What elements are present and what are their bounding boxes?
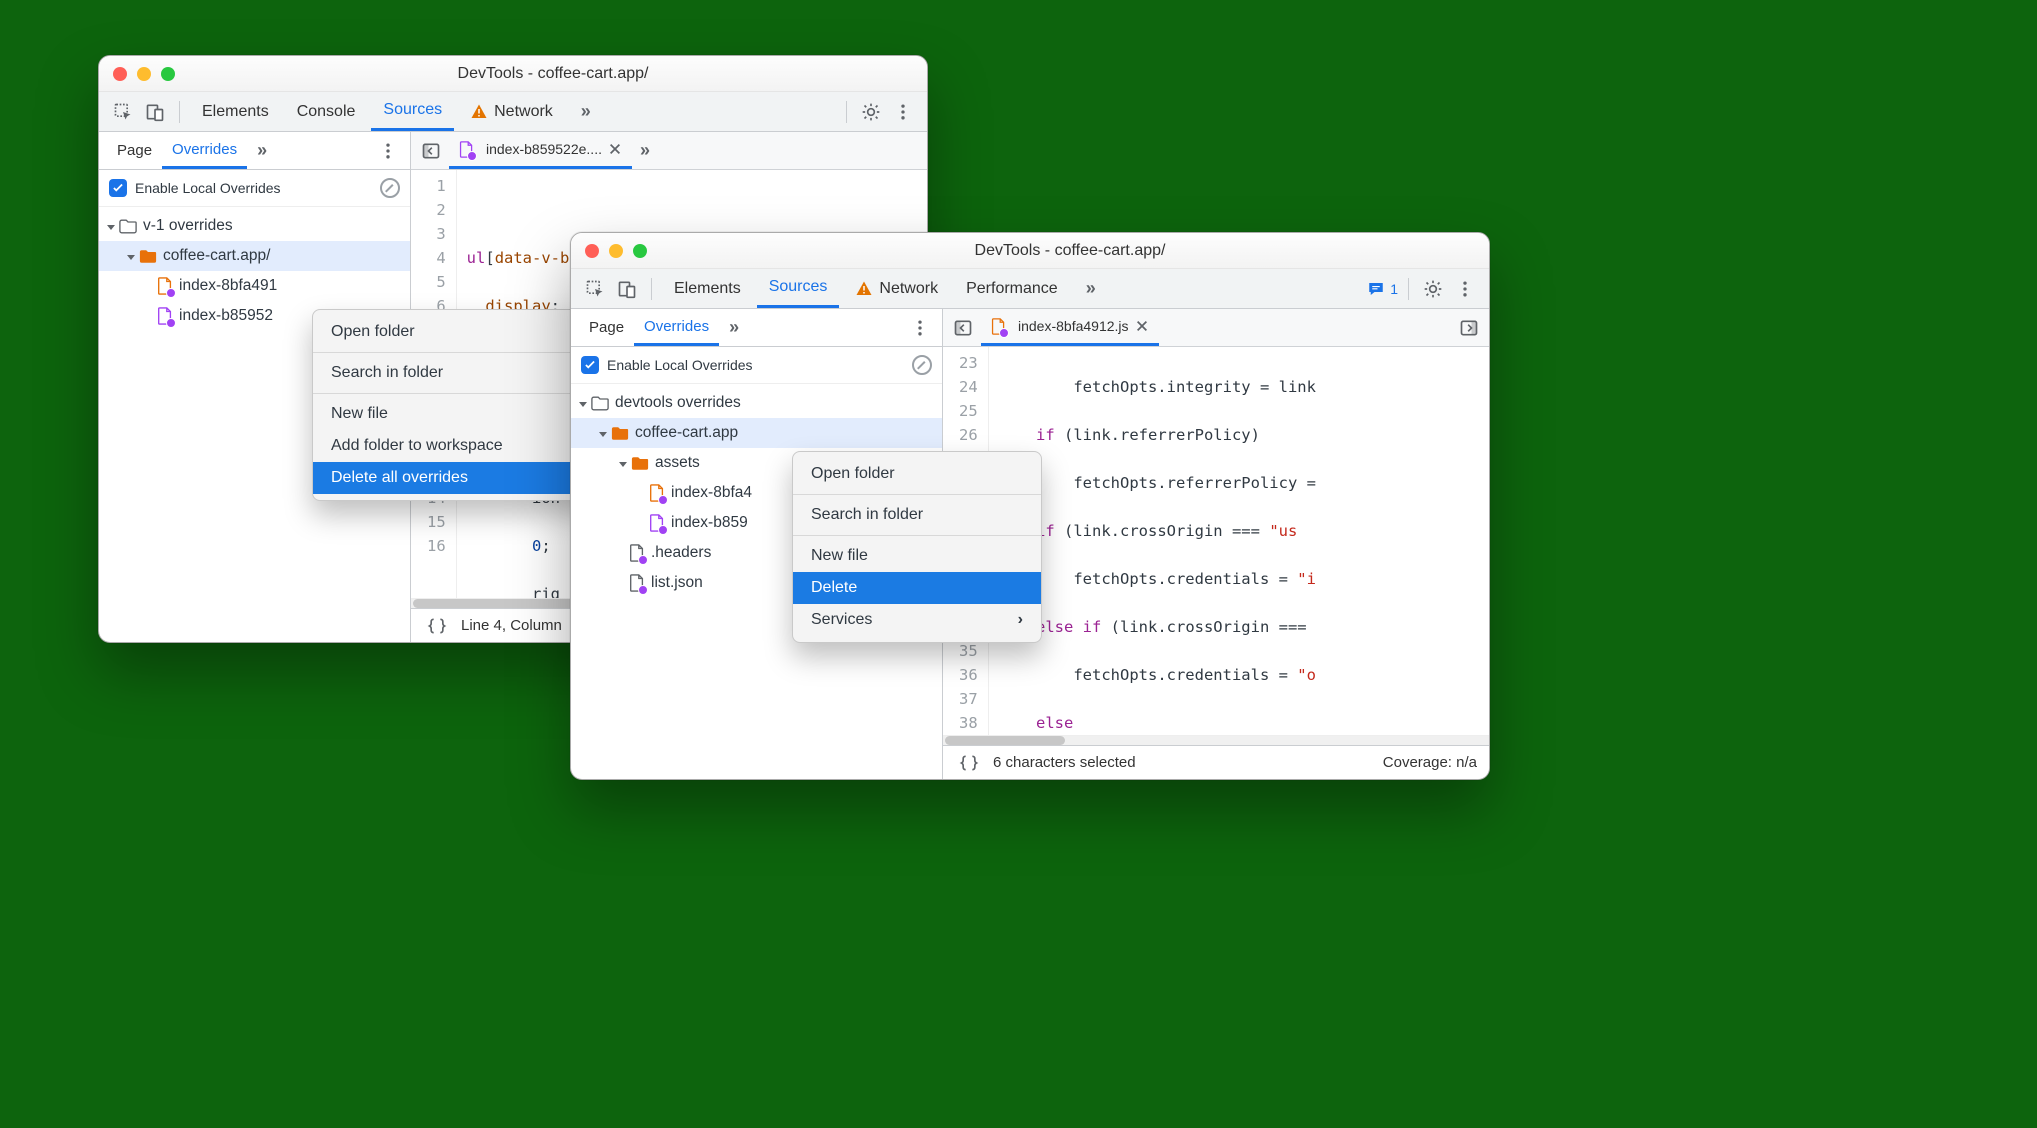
pretty-print-icon[interactable] [423, 612, 451, 640]
inspect-icon[interactable] [109, 98, 137, 126]
device-toolbar-icon[interactable] [613, 275, 641, 303]
close-tab-icon[interactable] [608, 142, 622, 156]
close-window-icon[interactable] [585, 244, 599, 258]
enable-overrides-checkbox[interactable] [109, 179, 127, 197]
main-tabs: Elements Sources Network Performance 1 [571, 269, 1489, 309]
settings-icon[interactable] [1419, 275, 1447, 303]
sidebar-subtabs: Page Overrides [99, 132, 410, 170]
enable-overrides-label: Enable Local Overrides [607, 357, 753, 373]
kebab-menu-icon[interactable] [889, 98, 917, 126]
ctx-services[interactable]: Services› [793, 604, 1041, 636]
tab-network[interactable]: Network [843, 269, 950, 308]
ctx-search-in-folder[interactable]: Search in folder [313, 357, 594, 389]
kebab-menu-icon[interactable] [374, 137, 402, 165]
device-toolbar-icon[interactable] [141, 98, 169, 126]
context-menu: Open folder Search in folder New file De… [792, 451, 1042, 643]
ctx-new-file[interactable]: New file [313, 398, 594, 430]
minimize-window-icon[interactable] [137, 67, 151, 81]
messages-badge[interactable]: 1 [1366, 280, 1398, 298]
editor-tabs-overflow[interactable] [636, 132, 654, 169]
settings-icon[interactable] [857, 98, 885, 126]
window-title: DevTools - coffee-cart.app/ [665, 242, 1475, 260]
subtab-page[interactable]: Page [579, 309, 634, 346]
h-scrollbar[interactable] [943, 735, 1489, 745]
subtabs-overflow[interactable] [247, 132, 277, 169]
chevron-double-icon [257, 140, 267, 161]
cursor-position: Line 4, Column [461, 617, 562, 634]
editor-statusbar: 6 characters selected Coverage: n/a [943, 745, 1489, 779]
toggle-debugger-icon[interactable] [1455, 314, 1483, 342]
zoom-window-icon[interactable] [161, 67, 175, 81]
tab-performance[interactable]: Performance [954, 269, 1070, 308]
chevron-double-icon [1086, 278, 1096, 299]
kebab-menu-icon[interactable] [1451, 275, 1479, 303]
ctx-new-file[interactable]: New file [793, 540, 1041, 572]
tab-console[interactable]: Console [285, 92, 368, 131]
close-window-icon[interactable] [113, 67, 127, 81]
tree-file[interactable]: index-8bfa491 [99, 271, 410, 301]
enable-overrides-label: Enable Local Overrides [135, 180, 281, 196]
editor-tab[interactable]: index-8bfa4912.js [981, 309, 1159, 346]
tree-folder-root[interactable]: v-1 overrides [99, 211, 410, 241]
subtab-overrides[interactable]: Overrides [162, 132, 247, 169]
clear-icon[interactable] [912, 355, 932, 375]
chevron-right-icon: › [1018, 611, 1023, 629]
traffic-lights [113, 67, 175, 81]
warning-icon [470, 103, 488, 121]
code-content[interactable]: fetchOpts.integrity = link if (link.refe… [989, 347, 1489, 735]
enable-overrides-checkbox[interactable] [581, 356, 599, 374]
titlebar: DevTools - coffee-cart.app/ [99, 56, 927, 92]
context-menu: Open folder Search in folder New file Ad… [312, 309, 595, 501]
traffic-lights [585, 244, 647, 258]
tree-folder-domain[interactable]: coffee-cart.app/ [99, 241, 410, 271]
ctx-search-in-folder[interactable]: Search in folder [793, 499, 1041, 531]
pretty-print-icon[interactable] [955, 749, 983, 777]
close-tab-icon[interactable] [1135, 319, 1149, 333]
ctx-open-folder[interactable]: Open folder [313, 316, 594, 348]
tab-elements[interactable]: Elements [662, 269, 753, 308]
tabs-overflow[interactable] [1074, 269, 1108, 308]
subtab-page[interactable]: Page [107, 132, 162, 169]
titlebar: DevTools - coffee-cart.app/ [571, 233, 1489, 269]
tab-elements[interactable]: Elements [190, 92, 281, 131]
zoom-window-icon[interactable] [633, 244, 647, 258]
tree-folder-domain[interactable]: coffee-cart.app [571, 418, 942, 448]
ctx-delete[interactable]: Delete [793, 572, 1041, 604]
tree-folder-root[interactable]: devtools overrides [571, 388, 942, 418]
minimize-window-icon[interactable] [609, 244, 623, 258]
coverage-info: Coverage: n/a [1383, 754, 1477, 771]
subtabs-overflow[interactable] [719, 309, 749, 346]
tab-sources[interactable]: Sources [371, 92, 454, 131]
chevron-double-icon [640, 140, 650, 161]
ctx-delete-all-overrides[interactable]: Delete all overrides [313, 462, 594, 494]
chevron-double-icon [581, 101, 591, 122]
subtab-overrides[interactable]: Overrides [634, 309, 719, 346]
tab-sources[interactable]: Sources [757, 269, 840, 308]
inspect-icon[interactable] [581, 275, 609, 303]
kebab-menu-icon[interactable] [906, 314, 934, 342]
tabs-overflow[interactable] [569, 92, 603, 131]
editor-tab[interactable]: index-b859522e.... [449, 132, 632, 169]
tab-network[interactable]: Network [458, 92, 565, 131]
ctx-open-folder[interactable]: Open folder [793, 458, 1041, 490]
main-tabs: Elements Console Sources Network [99, 92, 927, 132]
clear-icon[interactable] [380, 178, 400, 198]
devtools-window-2: DevTools - coffee-cart.app/ Elements Sou… [570, 232, 1490, 780]
ctx-add-folder-workspace[interactable]: Add folder to workspace [313, 430, 594, 462]
window-title: DevTools - coffee-cart.app/ [193, 65, 913, 83]
toggle-nav-icon[interactable] [417, 137, 445, 165]
warning-icon [855, 280, 873, 298]
selection-info: 6 characters selected [993, 754, 1136, 771]
toggle-nav-icon[interactable] [949, 314, 977, 342]
